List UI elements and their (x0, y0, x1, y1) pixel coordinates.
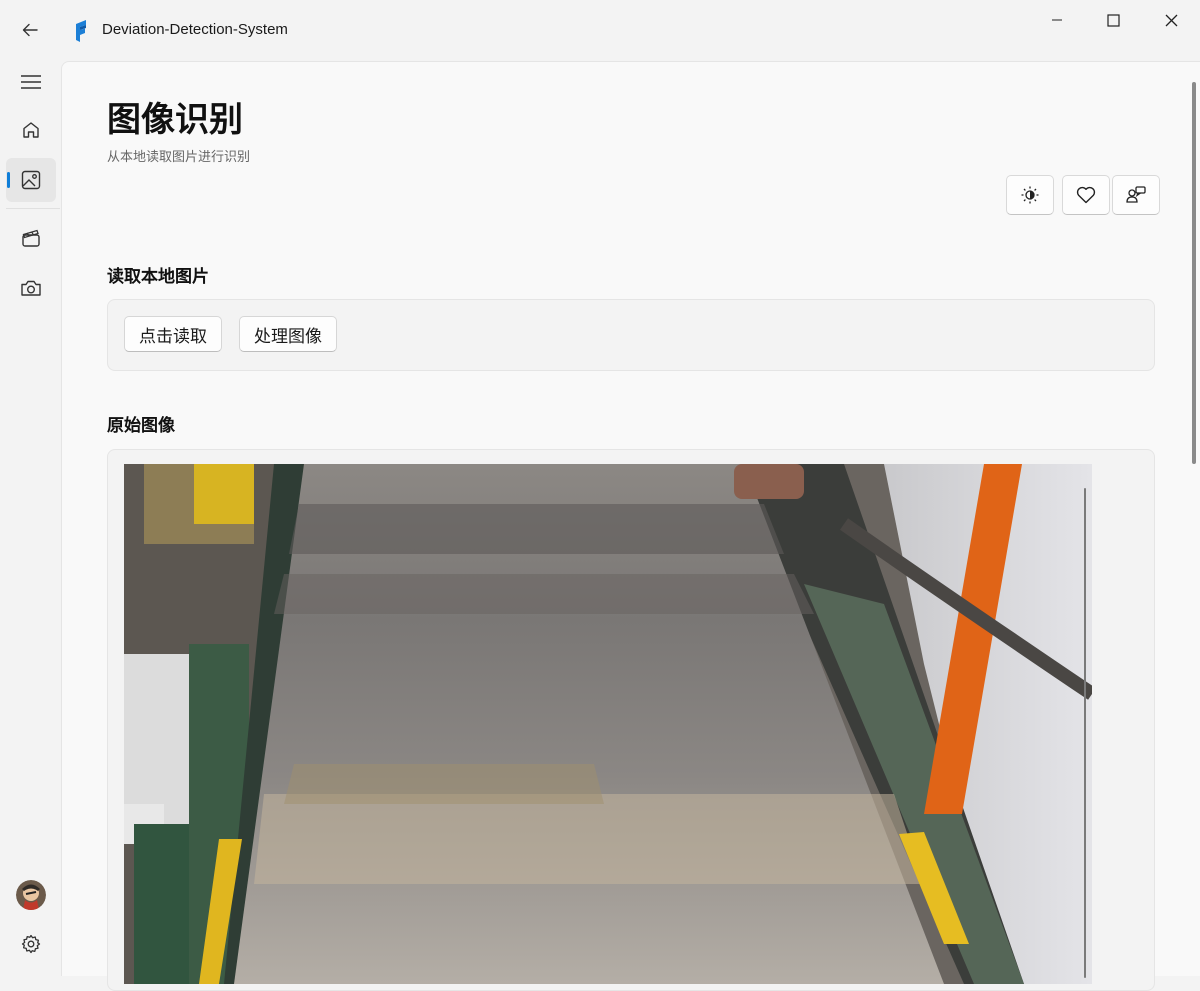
image-scrollbar[interactable] (1084, 488, 1086, 978)
read-controls-card: 点击读取 处理图像 (107, 299, 1155, 371)
back-arrow-icon (22, 23, 38, 37)
nav-item-image-recognition[interactable] (6, 158, 56, 202)
page-subtitle: 从本地读取图片进行识别 (107, 150, 251, 165)
selected-indicator (7, 172, 10, 188)
image-icon (21, 170, 41, 190)
app-logo-icon (76, 20, 86, 42)
read-section-title: 读取本地图片 (107, 267, 209, 287)
page-scrollbar[interactable] (1192, 82, 1196, 464)
minimize-icon (1052, 19, 1062, 21)
back-button[interactable] (14, 14, 46, 46)
process-image-button[interactable]: 处理图像 (239, 316, 337, 352)
nav-separator (6, 208, 60, 209)
close-button[interactable] (1148, 6, 1194, 34)
nav-item-settings[interactable] (6, 922, 56, 966)
maximize-button[interactable] (1090, 6, 1136, 34)
nav-menu-button[interactable] (6, 60, 56, 104)
read-image-button[interactable]: 点击读取 (124, 316, 222, 352)
maximize-icon (1106, 13, 1120, 27)
avatar-image-icon (16, 880, 46, 910)
camera-icon (21, 280, 41, 296)
navigation-rail (0, 60, 60, 975)
close-icon (1165, 14, 1177, 26)
page-toolbar (1006, 175, 1160, 215)
title-bar: Deviation-Detection-System (0, 0, 1200, 60)
original-section-title: 原始图像 (107, 416, 175, 436)
nav-item-camera[interactable] (6, 266, 56, 310)
conveyor-belt-photo (124, 464, 1092, 984)
hamburger-icon (21, 75, 41, 89)
theme-toggle-button[interactable] (1006, 175, 1054, 215)
feedback-button[interactable] (1112, 175, 1160, 215)
original-image-card (107, 449, 1155, 991)
app-title: Deviation-Detection-System (102, 21, 288, 38)
heart-icon (1076, 186, 1096, 204)
content-surface: 图像识别 从本地读取图片进行识别 读取本地图片 点击读取 处理图像 原始图像 (61, 61, 1200, 991)
original-image (124, 464, 1092, 984)
page-title: 图像识别 (107, 100, 243, 140)
feedback-icon (1126, 186, 1146, 203)
gear-icon (21, 934, 41, 954)
favorite-button[interactable] (1062, 175, 1110, 215)
minimize-button[interactable] (1034, 6, 1080, 34)
nav-item-home[interactable] (6, 108, 56, 152)
clapperboard-icon (22, 229, 40, 247)
nav-item-video[interactable] (6, 216, 56, 260)
theme-toggle-icon (1021, 186, 1039, 204)
avatar[interactable] (16, 880, 46, 910)
home-icon (23, 122, 39, 138)
